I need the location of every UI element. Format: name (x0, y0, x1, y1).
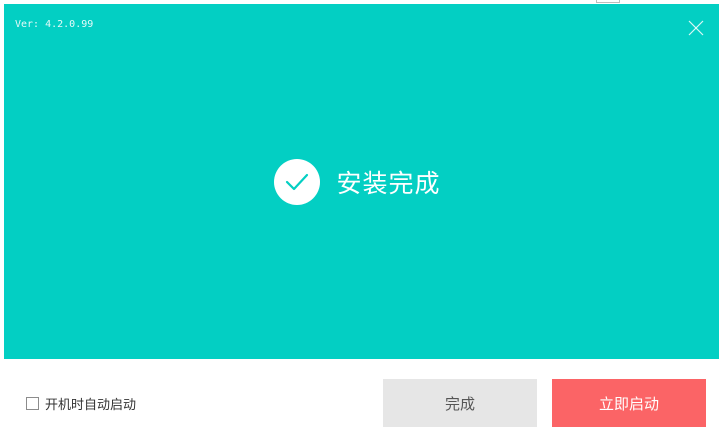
check-icon (274, 159, 321, 205)
version-label: Ver: 4.2.0.99 (15, 19, 94, 30)
autostart-option[interactable]: 开机时自动启动 (26, 394, 136, 413)
footer-bar: 开机时自动启动 完成 立即启动 (0, 359, 719, 427)
autostart-label: 开机时自动启动 (45, 398, 137, 413)
status-text: 安装完成 (336, 169, 441, 198)
installer-window: Ver: 4.2.0.99 安装完成 开机时自动启动 完成 立即启动 (0, 0, 719, 427)
window-edge-mark (596, 0, 620, 3)
close-icon (688, 20, 704, 36)
finish-button[interactable]: 完成 (383, 379, 537, 427)
close-button[interactable] (685, 17, 707, 39)
autostart-checkbox[interactable] (26, 397, 39, 410)
header-panel: Ver: 4.2.0.99 安装完成 (4, 4, 719, 359)
install-status: 安装完成 (4, 158, 719, 206)
launch-now-button[interactable]: 立即启动 (552, 379, 706, 427)
